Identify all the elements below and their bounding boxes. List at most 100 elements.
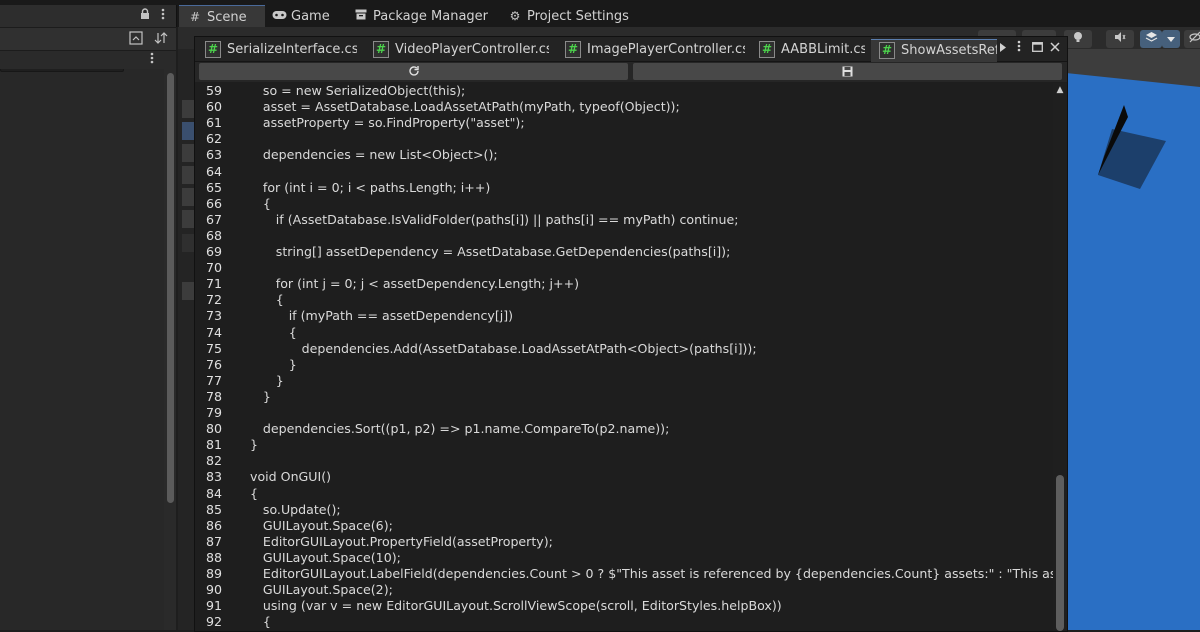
line-number: 73 — [205, 308, 222, 324]
code-editor-window: # SerializeInterface.cs # VideoPlayerContr… — [194, 36, 1068, 632]
line-number: 88 — [205, 549, 222, 565]
lock-icon[interactable] — [138, 8, 152, 25]
code-line: GUILayout.Space(10); — [262, 549, 401, 565]
hierarchy-subheader — [0, 51, 176, 69]
line-number-gutter: 59 60 61 62 63 64 65 66 67 68 69 70 71 72 73 74 75 76 77 78… — [195, 83, 235, 631]
tab-project-settings[interactable]: ⚙ Project Settings — [499, 5, 645, 27]
code-line: if (AssetDatabase.IsValidFolder(paths[i]… — [275, 211, 739, 227]
line-number: 83 — [205, 469, 222, 485]
code-line: } — [288, 356, 297, 372]
line-number: 64 — [205, 163, 222, 179]
csharp-file-icon: # — [759, 41, 775, 58]
close-icon[interactable] — [1047, 39, 1063, 59]
scene-viewport[interactable] — [1066, 49, 1200, 630]
line-number: 81 — [205, 437, 222, 453]
line-number: 86 — [205, 517, 222, 533]
lightbulb-icon — [1074, 32, 1082, 42]
line-number: 77 — [205, 372, 222, 388]
lighting-toggle-button[interactable] — [1064, 30, 1092, 48]
code-text-area[interactable]: so = new SerializedObject(this); asset = … — [235, 83, 1053, 631]
tab-label: Project Settings — [527, 9, 629, 24]
line-number: 87 — [205, 533, 222, 549]
line-number: 66 — [205, 195, 222, 211]
code-line: { — [250, 485, 259, 501]
line-number: 72 — [205, 292, 222, 308]
refresh-icon — [408, 66, 419, 76]
tab-label: AABBLimit.cs — [781, 42, 865, 57]
code-line: dependencies.Sort((p1, p2) => p1.name.Co… — [262, 421, 670, 437]
editor-tab-imageplayercontroller[interactable]: # ImagePlayerController.cs — [557, 39, 745, 61]
code-line: so = new SerializedObject(this); — [262, 83, 466, 98]
tab-label: SerializeInterface.cs — [227, 42, 357, 57]
scrollbar-thumb[interactable] — [1056, 475, 1064, 631]
code-line: asset = AssetDatabase.LoadAssetAtPath(my… — [262, 99, 680, 115]
editor-tab-videoplayercontroller[interactable]: # VideoPlayerController.cs — [365, 39, 549, 61]
reload-button[interactable] — [199, 63, 628, 80]
line-number: 63 — [205, 147, 222, 163]
tab-package-manager[interactable]: Package Manager — [345, 5, 505, 27]
code-line: void OnGUI() — [250, 469, 332, 485]
scrollbar-thumb[interactable] — [167, 73, 174, 503]
line-number: 62 — [205, 131, 222, 147]
line-number: 60 — [205, 99, 222, 115]
line-number: 68 — [205, 227, 222, 243]
effects-toggle-button[interactable] — [1140, 30, 1162, 48]
kebab-menu-icon[interactable] — [156, 8, 170, 25]
tab-scene[interactable]: # Scene — [179, 5, 265, 28]
tab-game[interactable]: Game — [263, 5, 349, 27]
editor-tab-serializeinterface[interactable]: # SerializeInterface.cs — [197, 39, 357, 61]
line-number: 89 — [205, 566, 222, 581]
code-line: { — [262, 614, 271, 630]
hierarchy-search-bar — [0, 28, 176, 72]
line-number: 59 — [205, 83, 222, 98]
kebab-menu-icon[interactable] — [1011, 39, 1027, 59]
maximize-icon[interactable] — [1029, 39, 1045, 59]
search-by-type-icon[interactable] — [128, 31, 144, 50]
line-number: 78 — [205, 388, 222, 404]
grid-icon: # — [189, 10, 201, 24]
csharp-file-icon: # — [565, 41, 581, 58]
package-icon — [353, 5, 369, 27]
code-line: } — [262, 388, 271, 404]
audio-toggle-button[interactable] — [1106, 30, 1134, 48]
chevron-right-icon[interactable] — [995, 39, 1011, 59]
scroll-up-icon[interactable]: ▲ — [1053, 85, 1067, 95]
line-number: 80 — [205, 421, 222, 437]
code-line: GUILayout.Space(2); — [262, 582, 393, 598]
gamepad-icon — [271, 5, 287, 27]
line-number: 90 — [205, 582, 222, 598]
hierarchy-header — [0, 5, 176, 28]
line-number: 92 — [205, 614, 222, 630]
csharp-file-icon: # — [879, 42, 895, 59]
editor-tab-aabblimit[interactable]: # AABBLimit.cs — [751, 39, 865, 61]
effects-dropdown-button[interactable] — [1162, 30, 1180, 48]
audio-mute-icon — [1115, 32, 1126, 42]
tab-label: ShowAssetsRef — [901, 43, 997, 58]
line-number: 91 — [205, 598, 222, 614]
code-line: EditorGUILayout.LabelField(dependencies.… — [262, 566, 1053, 581]
line-number: 71 — [205, 276, 222, 292]
csharp-file-icon: # — [205, 41, 221, 58]
csharp-file-icon: # — [373, 41, 389, 58]
editor-tab-bar: # SerializeInterface.cs # VideoPlayerContr… — [195, 37, 1067, 62]
window-tab-bar: # Scene Game Package Manager ⚙ Project Set… — [176, 5, 1200, 28]
code-line: } — [250, 437, 259, 453]
editor-tab-showassetsref[interactable]: # ShowAssetsRef — [871, 39, 997, 62]
line-number: 74 — [205, 324, 222, 340]
hidden-objects-button[interactable] — [1184, 30, 1200, 48]
kebab-menu-icon[interactable] — [146, 52, 158, 69]
code-line: for (int i = 0; i < paths.Length; i++) — [262, 179, 491, 195]
code-view[interactable]: 59 60 61 62 63 64 65 66 67 68 69 70 71 72 73 74 75 76 77 78… — [195, 83, 1067, 631]
code-line: so.Update(); — [262, 501, 341, 517]
line-number: 67 — [205, 211, 222, 227]
sort-icon[interactable] — [152, 31, 170, 50]
tab-label: ImagePlayerController.cs — [587, 42, 745, 57]
save-button[interactable] — [633, 63, 1062, 80]
code-scrollbar[interactable]: ▲ — [1053, 83, 1067, 631]
tab-label: Game — [291, 9, 330, 24]
line-number: 84 — [205, 485, 222, 501]
code-line: EditorGUILayout.PropertyField(assetPrope… — [262, 533, 553, 549]
line-number: 75 — [205, 340, 222, 356]
hierarchy-scrollbar[interactable] — [164, 69, 176, 630]
line-number: 69 — [205, 244, 222, 259]
